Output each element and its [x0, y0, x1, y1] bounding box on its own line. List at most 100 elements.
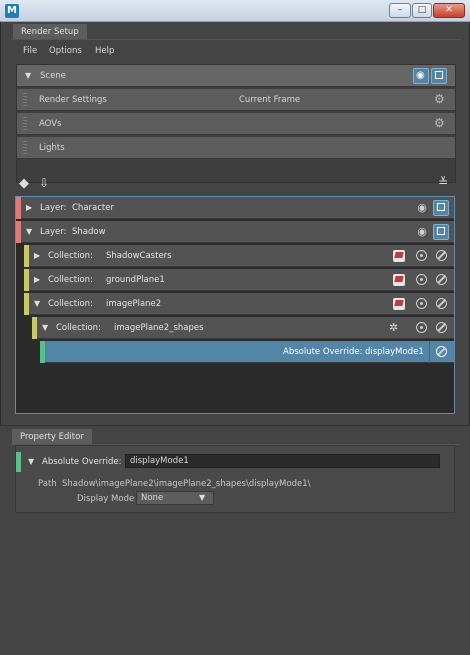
drag-handle-icon[interactable] [23, 141, 27, 155]
scene-visibility-button[interactable]: ◉ [413, 68, 429, 84]
drag-handle-icon[interactable] [23, 117, 27, 131]
shapes-selector-icon[interactable]: ✲ [389, 321, 398, 334]
scene-label: Scene [40, 71, 66, 81]
gear-icon[interactable]: ⚙ [434, 116, 445, 130]
chevron-down-icon: ▼ [199, 493, 206, 502]
layer-prefix: Layer: [40, 203, 67, 213]
scene-render-button[interactable] [431, 68, 447, 84]
isolate-icon[interactable] [416, 274, 427, 285]
collection-color-bar [32, 317, 37, 339]
maximize-button[interactable]: □ [412, 3, 432, 18]
layer-row-character[interactable]: ▶ Layer: Character ◉ [16, 197, 454, 219]
collection-row-imageplane2-shapes[interactable]: ▼ Collection: imagePlane2_shapes ✲ [32, 317, 454, 339]
tab-divider [11, 39, 461, 40]
eye-icon[interactable]: ◉ [416, 226, 428, 238]
isolate-icon[interactable] [416, 250, 427, 261]
aovs-label: AOVs [39, 119, 62, 129]
render-icon [437, 203, 445, 211]
minimize-button[interactable]: – [389, 3, 411, 18]
collapse-arrow-icon[interactable]: ▼ [25, 71, 31, 80]
disable-icon[interactable] [436, 274, 447, 285]
render-settings-row[interactable]: Render Settings Current Frame ⚙ [17, 89, 455, 111]
collection-row-shadowcasters[interactable]: ▶ Collection: ShadowCasters [24, 245, 454, 267]
menu-help[interactable]: Help [95, 46, 114, 56]
display-mode-label: Display Mode [77, 494, 135, 504]
expand-arrow-icon[interactable]: ▶ [34, 251, 40, 260]
collection-name: imagePlane2 [106, 299, 162, 309]
selector-icon[interactable] [393, 250, 405, 262]
collection-color-bar [24, 245, 29, 267]
display-mode-dropdown[interactable]: None ▼ [136, 491, 214, 505]
override-color-bar [16, 452, 21, 472]
menu-options[interactable]: Options [49, 46, 82, 56]
collapse-arrow-icon[interactable]: ▼ [34, 299, 40, 308]
collection-prefix: Collection: [48, 299, 93, 309]
disable-icon[interactable] [436, 298, 447, 309]
override-header-label: Absolute Override: [42, 457, 122, 467]
override-prefix: Absolute Override: [283, 347, 363, 357]
lights-label: Lights [39, 143, 65, 153]
property-editor-tab[interactable]: Property Editor [12, 429, 92, 445]
path-value: Shadow\imagePlane2\imagePlane2_shapes\di… [62, 479, 311, 489]
collection-name: groundPlane1 [106, 275, 165, 285]
create-layer-icon[interactable]: ◆ [19, 176, 29, 191]
display-mode-value: None [141, 493, 164, 503]
collapse-arrow-icon[interactable]: ▼ [26, 227, 32, 236]
property-editor-box: ▼ Absolute Override: displayMode1 Path S… [15, 445, 455, 513]
disable-icon[interactable] [436, 322, 447, 333]
layer-color-bar [16, 221, 21, 243]
render-settings-label: Render Settings [39, 95, 107, 105]
collection-row-groundplane1[interactable]: ▶ Collection: groundPlane1 [24, 269, 454, 291]
collection-prefix: Collection: [48, 251, 93, 261]
expand-arrow-icon[interactable]: ▶ [26, 203, 32, 212]
render-setup-tab[interactable]: Render Setup [13, 24, 87, 40]
checklist-icon[interactable]: ≚ [438, 175, 448, 189]
divider [429, 341, 430, 363]
override-color-bar [40, 341, 45, 363]
collection-color-bar [24, 269, 29, 291]
lights-row[interactable]: Lights [17, 137, 455, 159]
layer-row-shadow[interactable]: ▼ Layer: Shadow ◉ [16, 221, 454, 243]
isolate-icon[interactable] [416, 322, 427, 333]
maya-app-icon: M [5, 4, 19, 18]
disable-icon[interactable] [436, 346, 447, 357]
path-label: Path [38, 479, 57, 489]
close-button[interactable]: ✕ [433, 3, 465, 18]
override-name: displayMode1 [365, 347, 424, 357]
render-icon [435, 71, 443, 79]
collection-name: ShadowCasters [106, 251, 172, 261]
render-setup-tree: ▶ Layer: Character ◉ ▼ Layer: Shadow ◉ ▶… [15, 196, 455, 414]
disable-icon[interactable] [436, 250, 447, 261]
layer-render-button[interactable] [433, 200, 449, 216]
menu-file[interactable]: File [23, 46, 37, 56]
layer-color-bar [16, 197, 21, 219]
collection-color-bar [24, 293, 29, 315]
import-icon[interactable]: ⇩ [39, 176, 49, 190]
current-frame-label: Current Frame [239, 95, 301, 105]
eye-icon[interactable]: ◉ [416, 202, 428, 214]
override-row-displaymode1[interactable]: Absolute Override: displayMode1 [40, 341, 454, 363]
aovs-row[interactable]: AOVs ⚙ [17, 113, 455, 135]
window-titlebar: M – □ ✕ [0, 0, 470, 22]
selector-icon[interactable] [393, 298, 405, 310]
selector-icon[interactable] [393, 274, 405, 286]
collection-row-imageplane2[interactable]: ▼ Collection: imagePlane2 [24, 293, 454, 315]
layer-prefix: Layer: [40, 227, 67, 237]
eye-icon: ◉ [416, 70, 425, 81]
override-name-field[interactable]: displayMode1 [125, 454, 440, 468]
collection-name: imagePlane2_shapes [114, 323, 204, 333]
drag-handle-icon[interactable] [23, 93, 27, 107]
layer-render-button[interactable] [433, 224, 449, 240]
collection-prefix: Collection: [56, 323, 101, 333]
collapse-arrow-icon[interactable]: ▼ [28, 457, 34, 466]
scene-panel: ▼ Scene ◉ Render Settings Current Frame … [16, 64, 456, 183]
render-icon [437, 227, 445, 235]
scene-row[interactable]: ▼ Scene ◉ [17, 65, 455, 87]
layer-name: Character [72, 203, 114, 213]
collapse-arrow-icon[interactable]: ▼ [42, 323, 48, 332]
collection-prefix: Collection: [48, 275, 93, 285]
layer-name: Shadow [72, 227, 106, 237]
gear-icon[interactable]: ⚙ [434, 92, 445, 106]
isolate-icon[interactable] [416, 298, 427, 309]
expand-arrow-icon[interactable]: ▶ [34, 275, 40, 284]
